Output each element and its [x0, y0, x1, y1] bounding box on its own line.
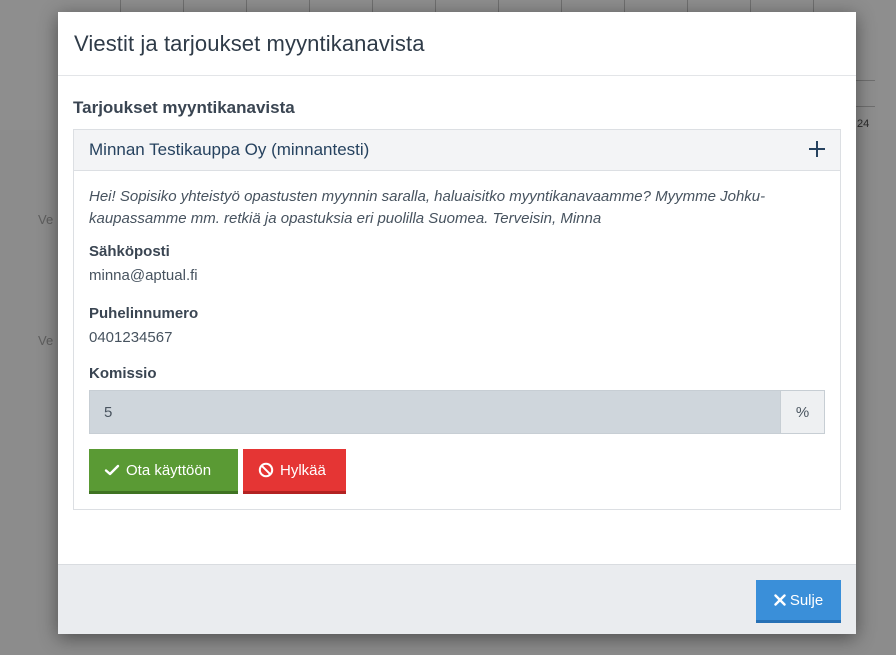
accept-button[interactable]: Ota käyttöön — [89, 449, 238, 494]
calendar-gridline — [183, 0, 184, 12]
phone-label: Puhelinnumero — [89, 305, 199, 322]
offers-modal: Viestit ja tarjoukset myyntikanavista Ta… — [58, 12, 856, 634]
section-title: Tarjoukset myyntikanavista — [73, 98, 295, 117]
calendar-gridline — [498, 0, 499, 12]
offer-actions: Ota käyttöön Hylkää — [89, 449, 825, 494]
email-value: minna@aptual.fi — [89, 267, 198, 284]
close-button[interactable]: Sulje — [756, 580, 841, 623]
calendar-day-number: 24 — [857, 118, 870, 130]
modal-title: Viestit ja tarjoukset myyntikanavista — [74, 31, 425, 56]
commission-unit: % — [780, 390, 825, 434]
calendar-gridline — [561, 0, 562, 12]
reject-button-label: Hylkää — [280, 461, 326, 479]
calendar-gridline — [687, 0, 688, 12]
modal-footer: Sulje — [58, 564, 856, 634]
calendar-gridline — [120, 0, 121, 12]
modal-body: Tarjoukset myyntikanavista Minnan Testik… — [58, 76, 856, 510]
calendar-gridline — [372, 0, 373, 12]
offer-message: Hei! Sopisiko yhteistyö opastusten myynn… — [89, 188, 766, 227]
offer-panel: Minnan Testikauppa Oy (minnantesti) Hei!… — [73, 129, 841, 510]
calendar-gridline — [624, 0, 625, 12]
accept-button-label: Ota käyttöön — [126, 461, 212, 479]
check-icon — [104, 462, 120, 478]
ban-icon — [258, 462, 274, 478]
phone-value: 0401234567 — [89, 329, 173, 346]
modal-header: Viestit ja tarjoukset myyntikanavista — [58, 12, 856, 76]
calendar-gridline — [750, 0, 751, 12]
close-button-label: Sulje — [789, 591, 824, 609]
background-row-label: Ve — [38, 212, 54, 227]
calendar-gridline — [813, 0, 814, 12]
calendar-gridline — [246, 0, 247, 12]
offer-panel-heading[interactable]: Minnan Testikauppa Oy (minnantesti) — [74, 130, 840, 171]
offer-panel-body: Hei! Sopisiko yhteistyö opastusten myynn… — [74, 171, 840, 509]
calendar-gridline — [309, 0, 310, 12]
offer-seller-name: Minnan Testikauppa Oy (minnantesti) — [89, 140, 370, 159]
commission-input-group: % — [89, 390, 825, 434]
reject-button[interactable]: Hylkää — [243, 449, 346, 494]
commission-label: Komissio — [89, 365, 157, 382]
email-label: Sähköposti — [89, 243, 170, 260]
calendar-gridline — [435, 0, 436, 12]
background-row-label: Ve — [38, 333, 54, 348]
close-icon — [774, 594, 786, 606]
commission-input[interactable] — [89, 390, 780, 434]
plus-icon[interactable] — [808, 138, 826, 160]
